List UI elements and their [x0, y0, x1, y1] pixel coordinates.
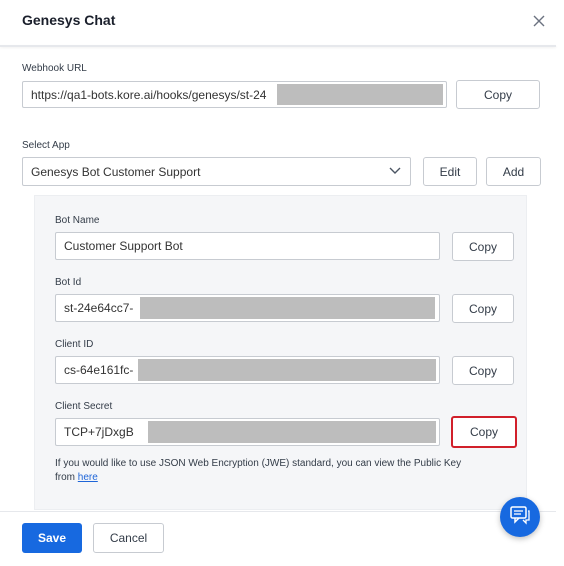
redacted-mask: [138, 359, 436, 381]
jwe-note-prefix: from: [55, 472, 78, 483]
webhook-url-field[interactable]: https://qa1-bots.kore.ai/hooks/genesys/s…: [22, 81, 447, 108]
bot-id-copy-button[interactable]: Copy: [452, 294, 514, 323]
bot-id-field[interactable]: st-24e64cc7-: [55, 294, 440, 322]
chat-icon: [509, 505, 531, 530]
webhook-url-label: Webhook URL: [22, 63, 87, 74]
client-id-field[interactable]: cs-64e161fc-: [55, 356, 440, 384]
close-icon[interactable]: [530, 12, 548, 30]
bot-id-value: st-24e64cc7-: [64, 301, 134, 315]
public-key-link[interactable]: here: [78, 472, 98, 483]
webhook-copy-button[interactable]: Copy: [456, 80, 540, 109]
client-id-copy-button[interactable]: Copy: [452, 356, 514, 385]
webhook-url-value: https://qa1-bots.kore.ai/hooks/genesys/s…: [31, 87, 267, 102]
select-app-label: Select App: [22, 140, 70, 151]
client-secret-copy-button[interactable]: Copy: [451, 416, 517, 448]
edit-app-button[interactable]: Edit: [423, 157, 477, 186]
client-id-label: Client ID: [55, 339, 94, 350]
add-app-button[interactable]: Add: [486, 157, 541, 186]
dialog-title: Genesys Chat: [22, 12, 116, 28]
bot-name-value: Customer Support Bot: [64, 239, 183, 253]
redacted-mask: [140, 297, 435, 319]
bot-name-label: Bot Name: [55, 215, 100, 226]
select-app-value: Genesys Bot Customer Support: [31, 164, 201, 179]
header-divider: [0, 45, 556, 47]
save-button[interactable]: Save: [22, 523, 82, 553]
jwe-note: If you would like to use JSON Web Encryp…: [55, 457, 515, 485]
jwe-note-text: If you would like to use JSON Web Encryp…: [55, 458, 462, 469]
bot-id-label: Bot Id: [55, 277, 82, 288]
select-app-dropdown[interactable]: Genesys Bot Customer Support: [22, 157, 411, 186]
chevron-down-icon: [388, 163, 402, 180]
client-secret-field[interactable]: TCP+7jDxgB: [55, 418, 440, 446]
redacted-mask: [277, 84, 443, 105]
cancel-button[interactable]: Cancel: [93, 523, 164, 553]
redacted-mask: [148, 421, 436, 443]
bot-name-field[interactable]: Customer Support Bot: [55, 232, 440, 260]
bot-name-copy-button[interactable]: Copy: [452, 232, 514, 261]
footer-divider: [0, 511, 556, 512]
client-id-value: cs-64e161fc-: [64, 363, 134, 377]
client-secret-label: Client Secret: [55, 401, 113, 412]
chat-fab-button[interactable]: [500, 497, 540, 537]
client-secret-value: TCP+7jDxgB: [64, 425, 134, 439]
